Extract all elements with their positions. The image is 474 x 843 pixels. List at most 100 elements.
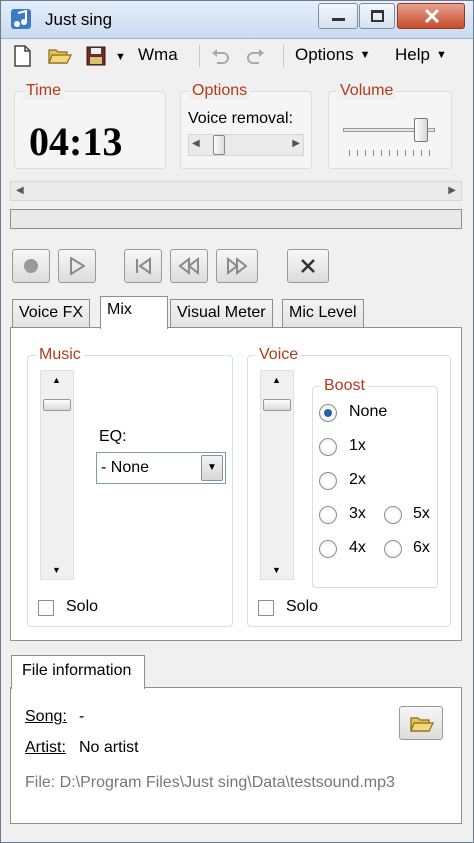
- format-menu[interactable]: Wma: [138, 45, 178, 65]
- boost-label-4x: 4x: [349, 539, 366, 556]
- time-display: 04:13: [29, 119, 123, 164]
- play-icon: [70, 257, 85, 275]
- music-group: Music ▲ ▼ EQ: - None ▼ Solo: [27, 346, 233, 627]
- stop-button[interactable]: [287, 249, 329, 283]
- chevron-down-icon: ▼: [359, 49, 371, 61]
- boost-group-title: Boost: [321, 377, 368, 395]
- close-icon: [424, 9, 440, 23]
- music-group-title: Music: [36, 346, 84, 364]
- options-menu[interactable]: Options ▼: [295, 45, 370, 65]
- voice-solo-label: Solo: [286, 598, 319, 615]
- toolbar-separator: [199, 45, 200, 67]
- fast-forward-icon: [227, 257, 248, 275]
- eq-select[interactable]: - None ▼: [96, 452, 226, 484]
- rewind-icon: [178, 257, 199, 275]
- tab-file-information[interactable]: File information: [11, 655, 145, 689]
- boost-label-5x: 5x: [413, 505, 430, 522]
- boost-label-none: None: [349, 403, 388, 420]
- menu-bar: ▼ Wma Options ▼ Help ▼: [1, 39, 473, 73]
- help-menu[interactable]: Help ▼: [395, 45, 447, 65]
- chevron-down-icon: ▼: [207, 462, 217, 473]
- mix-tab-panel: Music ▲ ▼ EQ: - None ▼ Solo Voice ▲ ▼ So…: [10, 327, 462, 641]
- voice-level-thumb[interactable]: [263, 399, 291, 411]
- position-scrollbar[interactable]: ◀ ▶: [10, 181, 462, 201]
- boost-label-2x: 2x: [349, 471, 366, 488]
- save-disk-icon[interactable]: [85, 44, 107, 68]
- open-file-button[interactable]: [399, 706, 443, 740]
- scroll-down-icon[interactable]: ▼: [272, 565, 281, 575]
- voice-removal-scrollbar[interactable]: ◀ ▶: [188, 134, 304, 156]
- boost-group: Boost None 1x 2x 3x 4x 5x 6x: [312, 377, 438, 588]
- scroll-down-icon[interactable]: ▼: [52, 565, 61, 575]
- tab-mix[interactable]: Mix: [100, 296, 168, 329]
- play-button[interactable]: [58, 249, 96, 283]
- voice-removal-thumb[interactable]: [213, 135, 225, 155]
- artist-value: No artist: [79, 739, 139, 756]
- volume-ticks: [349, 150, 433, 156]
- scroll-up-icon[interactable]: ▲: [52, 375, 61, 385]
- boost-radio-none[interactable]: [319, 404, 337, 422]
- undo-icon[interactable]: [209, 44, 231, 68]
- new-file-icon[interactable]: [11, 44, 33, 68]
- redo-icon[interactable]: [245, 44, 267, 68]
- song-label: Song:: [25, 708, 67, 725]
- song-value: -: [79, 708, 85, 725]
- minimize-icon: [332, 18, 345, 21]
- scroll-left-icon[interactable]: ◀: [16, 185, 24, 196]
- help-menu-label: Help: [395, 45, 430, 64]
- eq-label: EQ:: [99, 428, 127, 445]
- maximize-button[interactable]: [359, 3, 395, 29]
- close-button[interactable]: [397, 3, 465, 29]
- close-x-icon: [301, 259, 315, 273]
- voice-solo-checkbox[interactable]: [258, 600, 274, 616]
- music-level-scrollbar[interactable]: ▲ ▼: [40, 370, 74, 580]
- progress-bar: [10, 209, 462, 229]
- scroll-right-icon[interactable]: ▶: [292, 138, 300, 149]
- chevron-down-icon: ▼: [435, 49, 447, 61]
- boost-radio-3x[interactable]: [319, 506, 337, 524]
- file-information-panel: Song: - Artist: No artist File: D:\Progr…: [10, 687, 462, 824]
- app-window: Just sing ▼ Wma Options ▼ Help ▼ Time 04…: [0, 0, 474, 843]
- record-icon: [24, 259, 38, 273]
- options-menu-label: Options: [295, 45, 354, 64]
- toolbar-separator: [283, 45, 284, 67]
- save-dropdown-arrow-icon[interactable]: ▼: [115, 51, 126, 63]
- scroll-left-icon[interactable]: ◀: [192, 138, 200, 149]
- boost-radio-6x[interactable]: [384, 540, 402, 558]
- tab-visual-meter[interactable]: Visual Meter: [170, 299, 273, 327]
- music-level-thumb[interactable]: [43, 399, 71, 411]
- artist-label: Artist:: [25, 739, 66, 756]
- scroll-up-icon[interactable]: ▲: [272, 375, 281, 385]
- open-folder-icon: [410, 717, 434, 732]
- voice-removal-label: Voice removal:: [188, 110, 293, 127]
- music-solo-label: Solo: [66, 598, 99, 615]
- file-path: File: D:\Program Files\Just sing\Data\te…: [25, 774, 395, 791]
- music-note-icon: [11, 9, 31, 29]
- tab-voice-fx[interactable]: Voice FX: [12, 299, 91, 327]
- skip-to-start-button[interactable]: [124, 249, 162, 283]
- fast-forward-button[interactable]: [216, 249, 258, 283]
- minimize-button[interactable]: [318, 3, 358, 29]
- voice-level-scrollbar[interactable]: ▲ ▼: [260, 370, 294, 580]
- boost-radio-4x[interactable]: [319, 540, 337, 558]
- options-group-title: Options: [189, 82, 251, 100]
- rewind-button[interactable]: [170, 249, 208, 283]
- volume-slider-thumb[interactable]: [414, 118, 429, 142]
- title-bar[interactable]: Just sing: [1, 1, 473, 39]
- record-button[interactable]: [12, 249, 50, 283]
- boost-radio-2x[interactable]: [319, 472, 337, 490]
- maximize-icon: [371, 10, 384, 22]
- boost-radio-5x[interactable]: [384, 506, 402, 524]
- eq-selected-value: - None: [101, 459, 150, 476]
- scroll-right-icon[interactable]: ▶: [448, 185, 456, 196]
- eq-dropdown-button[interactable]: ▼: [201, 455, 223, 481]
- boost-radio-1x[interactable]: [319, 438, 337, 456]
- open-folder-icon[interactable]: [47, 44, 73, 68]
- volume-group-title: Volume: [337, 82, 397, 100]
- boost-label-3x: 3x: [349, 505, 366, 522]
- window-title: Just sing: [45, 10, 113, 29]
- tab-mic-level[interactable]: Mic Level: [282, 299, 364, 327]
- music-solo-checkbox[interactable]: [38, 600, 54, 616]
- skip-back-icon: [136, 257, 151, 275]
- time-group-title: Time: [23, 82, 64, 100]
